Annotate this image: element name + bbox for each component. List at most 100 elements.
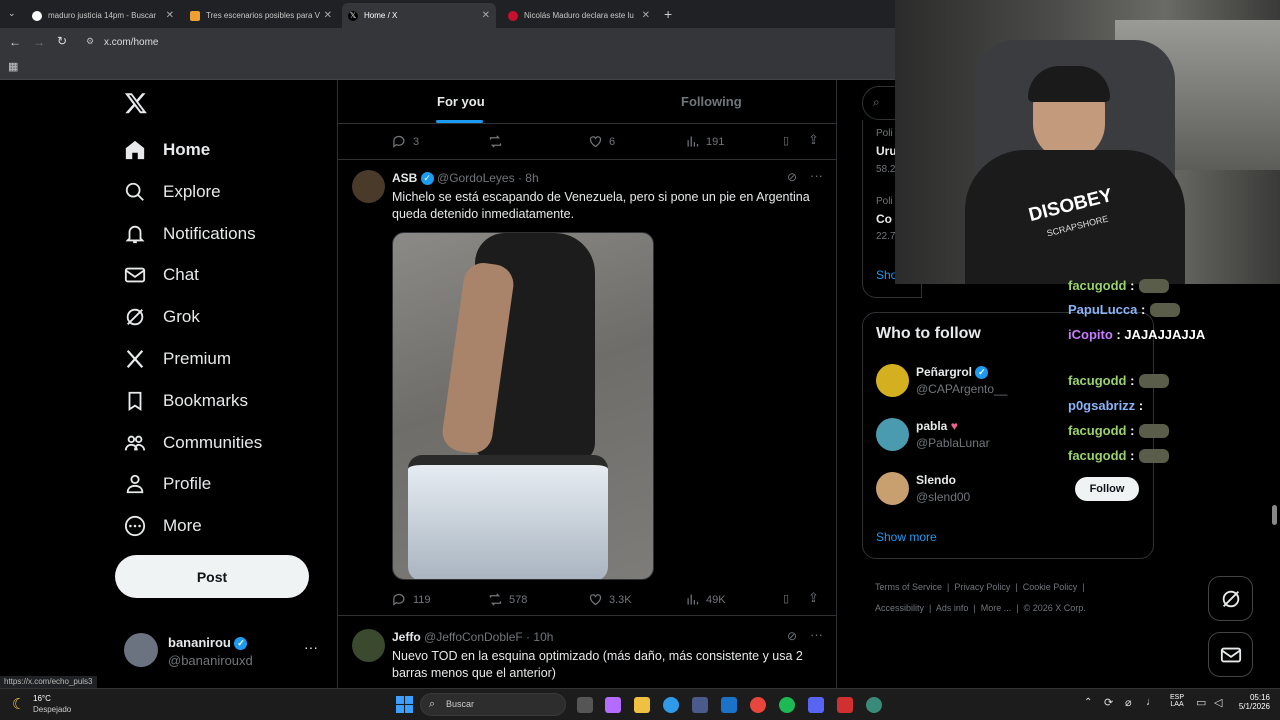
tray-app-icon[interactable]: ⌀	[1125, 696, 1132, 709]
author-handle[interactable]: @JeffoConDobleF	[424, 630, 523, 644]
chrome-icon[interactable]	[750, 697, 766, 713]
author-handle[interactable]: @GordoLeyes	[437, 171, 515, 185]
edge-icon[interactable]	[663, 697, 679, 713]
windows-start-icon[interactable]	[396, 696, 413, 713]
show-more-link[interactable]: Show more	[876, 530, 937, 544]
nav-more[interactable]: More	[124, 509, 202, 543]
close-icon[interactable]: ✕	[166, 10, 174, 21]
terms-link[interactable]: Terms of Service	[875, 582, 942, 592]
follow-button[interactable]: Follow	[1075, 477, 1139, 501]
file-explorer-icon[interactable]	[634, 697, 650, 713]
url-field[interactable]: x.com/home	[104, 37, 158, 48]
spotify-icon[interactable]	[779, 697, 795, 713]
account-name[interactable]: pabla	[916, 419, 947, 433]
new-tab-icon[interactable]: +	[664, 6, 672, 22]
account-name[interactable]: Slendo	[916, 473, 956, 487]
bookmark-icon[interactable]: ▯	[783, 134, 789, 147]
post-time[interactable]: 8h	[525, 171, 538, 185]
like-button[interactable]: 6	[588, 134, 615, 149]
reload-icon[interactable]: ↻	[57, 34, 67, 48]
tab-4[interactable]: Nicolás Maduro declara este lu ✕	[502, 3, 656, 28]
post[interactable]: Jeffo @JeffoConDobleF · 10h ⊘ ··· Nuevo …	[338, 617, 836, 688]
grok-fab[interactable]	[1208, 576, 1253, 621]
app-icon[interactable]	[837, 697, 853, 713]
tab-3[interactable]: 𝕏 Home / X ✕	[342, 3, 496, 28]
close-icon[interactable]: ✕	[482, 10, 490, 21]
nav-notifications[interactable]: Notifications	[124, 217, 256, 251]
site-info-icon[interactable]: ⚙	[86, 36, 94, 47]
nav-grok[interactable]: Grok	[124, 300, 200, 334]
grok-icon[interactable]: ⊘	[787, 629, 797, 643]
taskbar-search[interactable]: ⌕ Buscar	[420, 693, 566, 716]
app-icon[interactable]	[866, 697, 882, 713]
avatar[interactable]	[352, 170, 385, 203]
avatar[interactable]	[876, 418, 909, 451]
network-icon[interactable]: ▭	[1196, 696, 1206, 709]
nav-communities[interactable]: Communities	[124, 426, 262, 460]
views-button[interactable]: 49K	[685, 592, 726, 607]
tab-following[interactable]: Following	[681, 94, 742, 109]
account-name[interactable]: Peñargrol	[916, 365, 972, 379]
scrollbar-thumb[interactable]	[1272, 505, 1277, 525]
outlook-icon[interactable]	[721, 697, 737, 713]
back-icon[interactable]: ←	[9, 35, 21, 49]
nav-chat[interactable]: Chat	[124, 258, 199, 292]
nav-explore[interactable]: Explore	[124, 175, 221, 209]
close-icon[interactable]: ✕	[324, 10, 332, 21]
trend-item[interactable]: Uru	[876, 144, 897, 158]
tray-chevron-icon[interactable]: ⌃	[1084, 697, 1092, 708]
nav-premium[interactable]: Premium	[124, 342, 231, 376]
account-switcher[interactable]: bananirou ✓ @bananirouxd ···	[124, 633, 334, 669]
accessibility-link[interactable]: Accessibility	[875, 603, 924, 613]
repost-button[interactable]: 578	[488, 592, 527, 607]
more-link[interactable]: More ...	[981, 603, 1012, 613]
forward-icon[interactable]: →	[33, 35, 45, 49]
share-icon[interactable]: ⇪	[808, 590, 819, 606]
more-dots-icon[interactable]: ···	[810, 627, 823, 642]
microphone-icon[interactable]: ♩	[1146, 696, 1157, 708]
x-logo-icon[interactable]	[124, 91, 148, 115]
tray-sync-icon[interactable]: ⟳	[1104, 696, 1113, 709]
messages-fab[interactable]	[1208, 632, 1253, 677]
reply-button[interactable]: 119	[392, 592, 431, 607]
privacy-link[interactable]: Privacy Policy	[954, 582, 1010, 592]
reply-button[interactable]: 3	[392, 134, 419, 149]
tab-2[interactable]: Tres escenarios posibles para V ✕	[184, 3, 338, 28]
clock[interactable]: 05:16 5/1/2026	[1232, 693, 1270, 711]
tab-1[interactable]: maduro justicia 14pm - Buscar ✕	[26, 3, 180, 28]
copilot-icon[interactable]	[605, 697, 621, 713]
nav-profile[interactable]: Profile	[124, 467, 211, 501]
ads-info-link[interactable]: Ads info	[936, 603, 969, 613]
avatar[interactable]	[352, 629, 385, 662]
avatar[interactable]	[876, 472, 909, 505]
grok-icon[interactable]: ⊘	[787, 170, 797, 184]
volume-icon[interactable]: ◁	[1214, 696, 1222, 709]
more-dots-icon[interactable]: ···	[304, 639, 318, 655]
like-button[interactable]: 3.3K	[588, 592, 632, 607]
author-name[interactable]: ASB	[392, 171, 417, 185]
discord-icon[interactable]	[808, 697, 824, 713]
weather-desc[interactable]: Despejado	[33, 705, 71, 714]
weather-temp[interactable]: 16°C	[33, 694, 51, 703]
close-icon[interactable]: ✕	[642, 10, 650, 21]
share-icon[interactable]: ⇪	[808, 132, 819, 148]
author-name[interactable]: Jeffo	[392, 630, 421, 644]
tab-menu-icon[interactable]: ⌄	[8, 8, 16, 19]
repost-button[interactable]	[488, 134, 509, 149]
nav-home[interactable]: Home	[124, 133, 210, 167]
task-view-icon[interactable]	[577, 697, 593, 713]
apps-grid-icon[interactable]: ▦	[8, 60, 18, 73]
bookmark-icon[interactable]: ▯	[783, 592, 789, 605]
post-time[interactable]: 10h	[533, 630, 553, 644]
views-button[interactable]: 191	[685, 134, 724, 149]
tab-for-you[interactable]: For you	[437, 94, 485, 109]
cookie-link[interactable]: Cookie Policy	[1023, 582, 1078, 592]
post[interactable]: ASB ✓ @GordoLeyes · 8h ⊘ ··· Michelo se …	[338, 160, 836, 616]
post-video[interactable]	[392, 232, 654, 580]
store-icon[interactable]	[692, 697, 708, 713]
avatar[interactable]	[876, 364, 909, 397]
nav-bookmarks[interactable]: Bookmarks	[124, 384, 248, 418]
trend-item[interactable]: Co	[876, 212, 892, 226]
language-indicator[interactable]: ESP LAA	[1170, 694, 1184, 708]
more-dots-icon[interactable]: ···	[810, 168, 823, 183]
